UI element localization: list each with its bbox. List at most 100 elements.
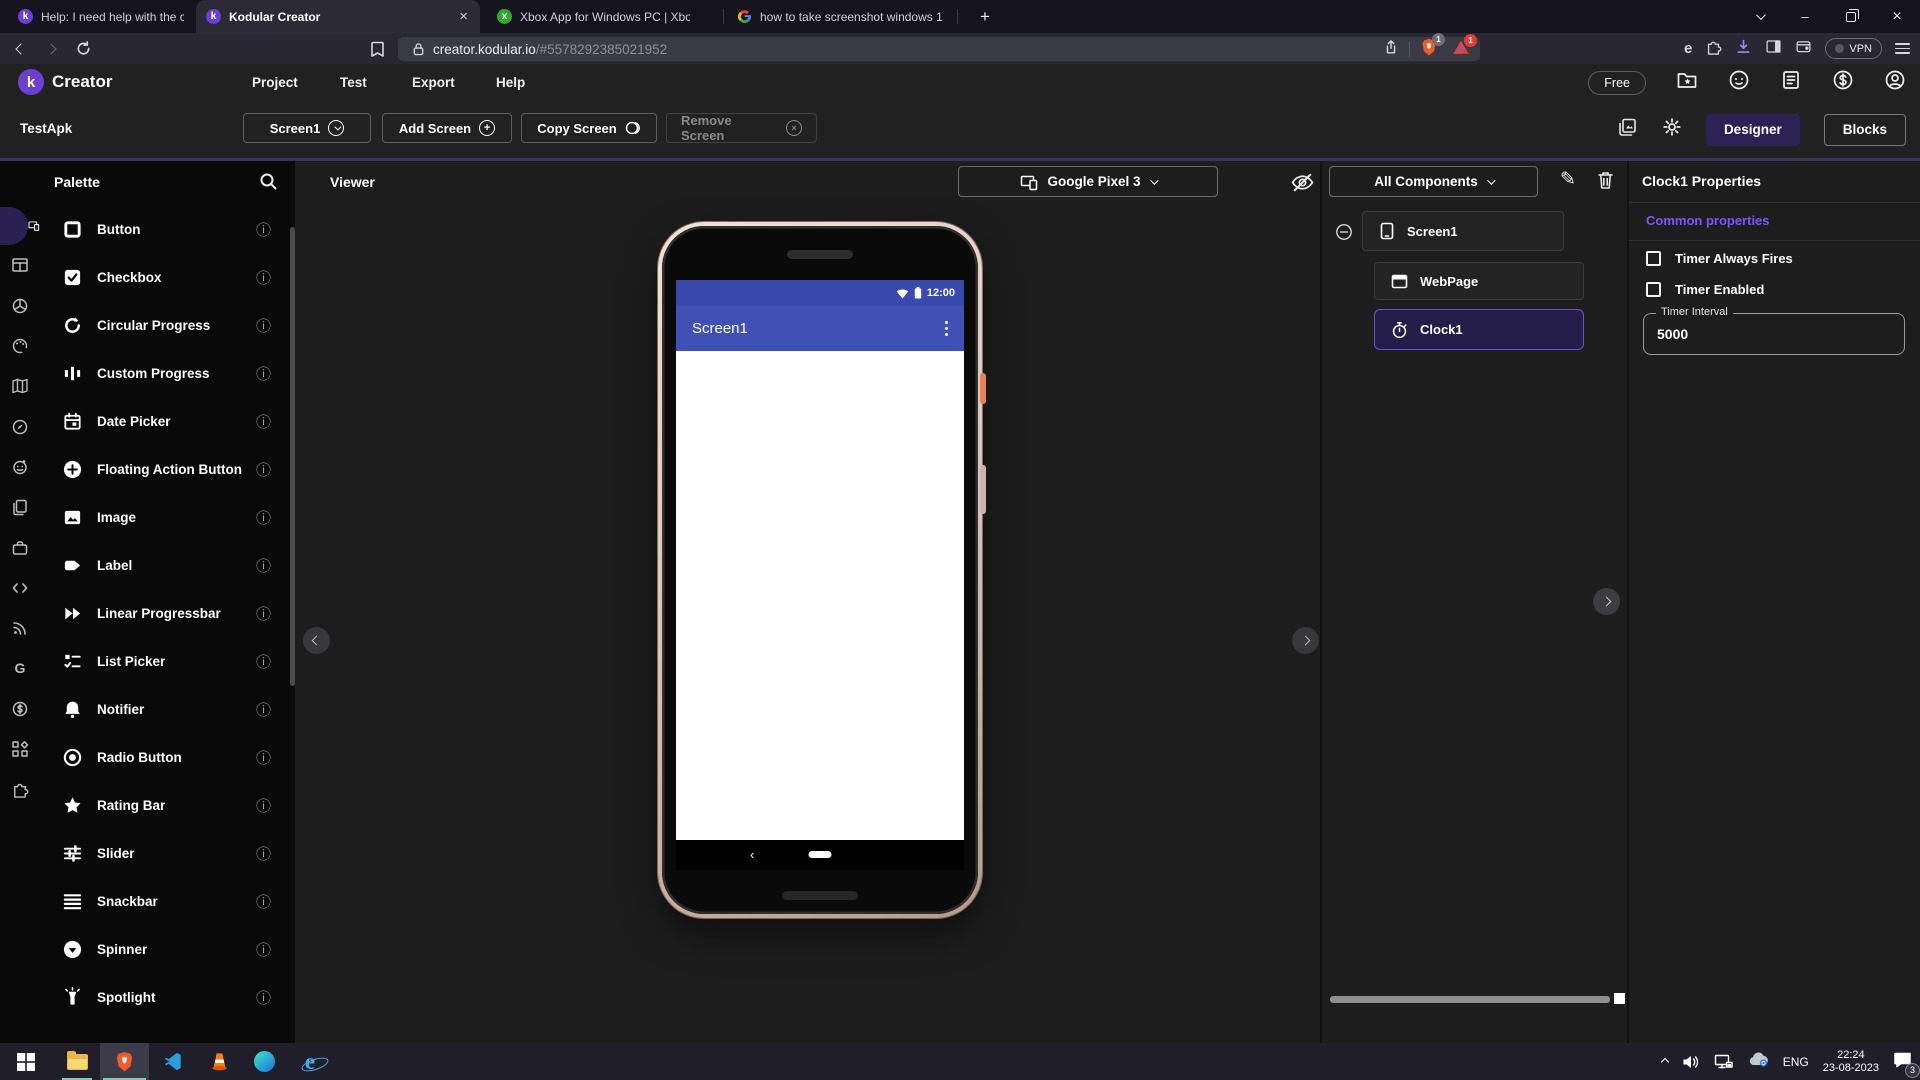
info-icon[interactable]: ⓘ — [256, 459, 271, 480]
category-social[interactable] — [0, 447, 40, 487]
screen-canvas[interactable] — [676, 351, 964, 840]
share-icon[interactable] — [1383, 39, 1399, 60]
palette-item-button[interactable]: Button ⓘ — [40, 205, 295, 253]
file-explorer-taskbar-icon[interactable] — [54, 1043, 100, 1080]
category-maps[interactable] — [0, 366, 40, 406]
category-utilities[interactable] — [0, 527, 40, 567]
ie-taskbar-icon[interactable]: e — [287, 1043, 333, 1080]
timer-enabled-row[interactable]: Timer Enabled — [1646, 282, 1764, 297]
info-icon[interactable]: ⓘ — [256, 939, 271, 960]
timer-interval-input[interactable] — [1644, 314, 1904, 354]
nav-home-pill[interactable] — [808, 851, 832, 858]
category-google[interactable]: G — [0, 648, 40, 688]
clock[interactable]: 22:24 23-08-2023 — [1823, 1049, 1879, 1075]
hide-components-eye-icon[interactable] — [1290, 170, 1315, 200]
vscode-taskbar-icon[interactable] — [149, 1043, 197, 1080]
bookmark-icon[interactable] — [364, 33, 390, 64]
palette-item-date-picker[interactable]: Date Picker ⓘ — [40, 397, 295, 445]
category-user-interface[interactable] — [0, 205, 40, 246]
language-indicator[interactable]: ENG — [1783, 1055, 1809, 1069]
account-icon[interactable] — [1884, 69, 1906, 96]
edge-taskbar-icon[interactable] — [242, 1043, 287, 1080]
tab-search-icon[interactable] — [1736, 0, 1782, 33]
expand-properties-arrow[interactable] — [1593, 588, 1620, 615]
category-drawing-animation[interactable] — [0, 326, 40, 366]
info-icon[interactable]: ⓘ — [256, 219, 271, 240]
category-dynamic-components[interactable] — [0, 729, 40, 769]
vpn-button[interactable]: VPN — [1825, 38, 1882, 59]
tree-item-clock1[interactable]: Clock1 — [1374, 309, 1584, 350]
menu-export[interactable]: Export — [412, 75, 455, 90]
forward-icon[interactable] — [38, 33, 64, 64]
volume-icon[interactable] — [1682, 1054, 1700, 1070]
info-icon[interactable]: ⓘ — [256, 411, 271, 432]
palette-item-spotlight[interactable]: Spotlight ⓘ — [40, 973, 295, 1021]
info-icon[interactable]: ⓘ — [256, 651, 271, 672]
info-icon[interactable]: ⓘ — [256, 267, 271, 288]
action-center-icon[interactable]: 3 — [1893, 1051, 1920, 1078]
new-tab-button[interactable]: + — [972, 4, 998, 30]
palette-item-floating-action-button[interactable]: Floating Action Button ⓘ — [40, 445, 295, 493]
info-icon[interactable]: ⓘ — [256, 363, 271, 384]
palette-item-snackbar[interactable]: Snackbar ⓘ — [40, 877, 295, 925]
projects-folder-icon[interactable] — [1676, 69, 1698, 96]
close-window-button[interactable]: × — [1874, 0, 1920, 33]
rename-pencil-icon[interactable]: ✎ — [1560, 168, 1576, 191]
earnings-icon[interactable] — [1832, 69, 1854, 96]
onedrive-icon[interactable] — [1747, 1051, 1769, 1072]
palette-item-list-picker[interactable]: List Picker ⓘ — [40, 637, 295, 685]
tree-item-screen1[interactable]: Screen1 — [1362, 211, 1564, 251]
minimize-button[interactable]: – — [1782, 0, 1828, 33]
plan-badge[interactable]: Free — [1588, 70, 1646, 95]
search-icon[interactable] — [259, 172, 278, 196]
add-screen-button[interactable]: Add Screen + — [382, 113, 512, 143]
nav-back-icon[interactable]: ‹ — [750, 847, 754, 862]
palette-item-radio-button[interactable]: Radio Button ⓘ — [40, 733, 295, 781]
tree-item-webpage[interactable]: WebPage — [1374, 262, 1584, 300]
url-field[interactable]: creator.kodular.io/#5578292385021952 1 1 — [398, 32, 1480, 62]
overflow-menu-icon[interactable] — [944, 320, 948, 337]
extension-icon[interactable]: 1 — [1452, 33, 1477, 61]
blocks-tab[interactable]: Blocks — [1823, 113, 1906, 146]
reload-icon[interactable] — [70, 33, 96, 64]
menu-icon[interactable] — [1895, 42, 1910, 55]
remove-screen-button[interactable]: Remove Screen × — [666, 113, 817, 143]
news-icon[interactable] — [1780, 69, 1802, 96]
copy-screen-button[interactable]: Copy Screen — [521, 113, 657, 143]
brave-shield-icon[interactable]: 1 — [1420, 32, 1445, 62]
settings-gear-icon[interactable] — [1662, 117, 1682, 142]
tab-xbox[interactable]: x Xbox App for Windows PC | Xbox — [487, 0, 700, 33]
category-layout[interactable] — [0, 245, 40, 285]
category-storage[interactable] — [0, 487, 40, 527]
designer-tab[interactable]: Designer — [1705, 113, 1800, 146]
common-properties-link[interactable]: Common properties — [1646, 213, 1770, 228]
download-icon[interactable] — [1735, 38, 1752, 60]
next-screen-arrow[interactable] — [1292, 627, 1319, 654]
info-icon[interactable]: ⓘ — [256, 987, 271, 1008]
palette-item-custom-progress[interactable]: Custom Progress ⓘ — [40, 349, 295, 397]
category-sensors[interactable] — [0, 406, 40, 446]
tab-kodular-creator[interactable]: k Kodular Creator × — [196, 0, 480, 33]
info-icon[interactable]: ⓘ — [256, 795, 271, 816]
info-icon[interactable]: ⓘ — [256, 315, 271, 336]
palette-item-slider[interactable]: Slider ⓘ — [40, 829, 295, 877]
menu-project[interactable]: Project — [252, 75, 298, 90]
components-filter-select[interactable]: All Components — [1329, 166, 1538, 197]
hidden-icons-chevron[interactable] — [1660, 1057, 1669, 1066]
palette-item-rating-bar[interactable]: Rating Bar ⓘ — [40, 781, 295, 829]
info-icon[interactable]: ⓘ — [256, 603, 271, 624]
close-tab-icon[interactable]: × — [457, 8, 470, 25]
palette-item-circular-progress[interactable]: Circular Progress ⓘ — [40, 301, 295, 349]
delete-trash-icon[interactable] — [1596, 170, 1615, 195]
screen-select-button[interactable]: Screen1 — [243, 113, 371, 143]
palette-item-checkbox[interactable]: Checkbox ⓘ — [40, 253, 295, 301]
phone-screen[interactable]: 12:00 Screen1 ‹ — [676, 280, 964, 870]
menu-help[interactable]: Help — [496, 75, 525, 90]
components-horizontal-scrollbar[interactable] — [1330, 996, 1610, 1003]
device-select[interactable]: Google Pixel 3 — [958, 166, 1218, 197]
tab-help[interactable]: k Help: I need help with the clock compo — [8, 0, 194, 33]
kodular-logo[interactable]: k — [18, 69, 44, 95]
info-icon[interactable]: ⓘ — [256, 891, 271, 912]
maximize-button[interactable] — [1828, 0, 1874, 33]
start-button[interactable] — [4, 1043, 48, 1080]
